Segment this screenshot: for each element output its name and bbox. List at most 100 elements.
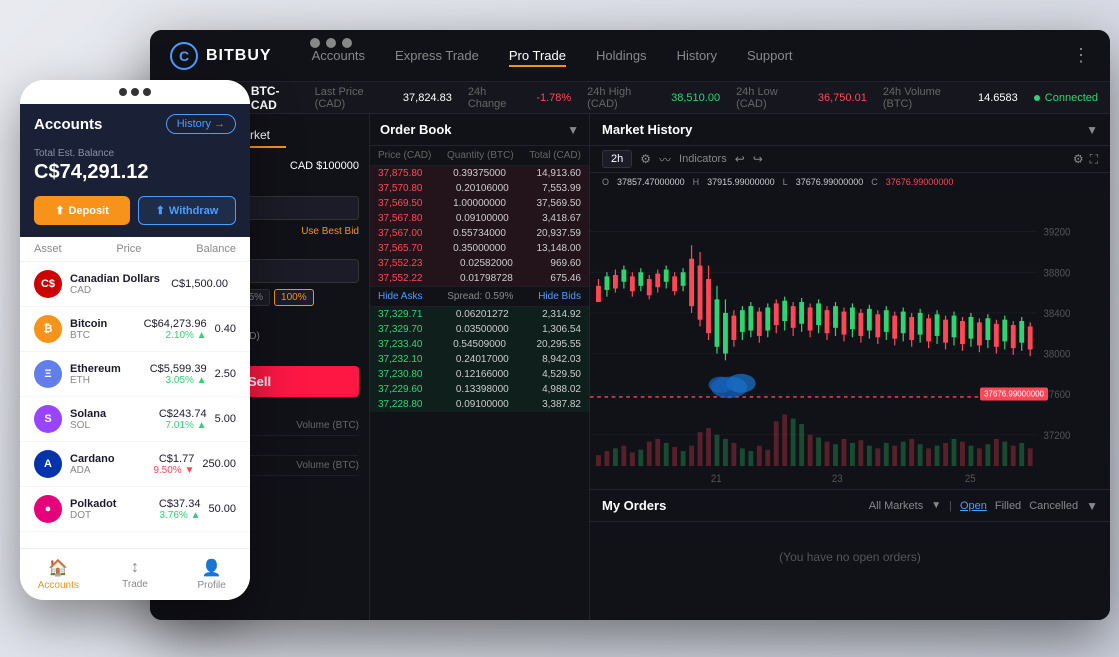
bid-price-3: 37,233.40: [378, 339, 423, 350]
ask-row-4: 37,567.80 0.09100000 3,418.67: [370, 211, 589, 226]
redo-icon[interactable]: ↪: [753, 152, 763, 166]
right-panel: Market History ▼ 2h ⚙ 〰 Indicators ↩ ↪ ⚙…: [590, 114, 1110, 620]
dot-price-col: C$37.34 3.76% ▲: [159, 498, 201, 521]
svg-text:23: 23: [832, 474, 843, 486]
chart-title: Market History: [602, 122, 692, 137]
status-dot-3: [143, 88, 151, 96]
main-content: Limit Market Purchase Limit ⓘ CAD $10000…: [150, 114, 1110, 620]
mobile-actions: ⬆ Deposit ⬆ Withdraw: [20, 196, 250, 237]
filter-cancelled[interactable]: Cancelled: [1029, 500, 1078, 512]
chart-type-icon[interactable]: 〰: [659, 151, 671, 168]
low-label: 24h Low (CAD): [736, 86, 802, 110]
indicators-label: Indicators: [679, 153, 727, 165]
eth-price-col: C$5,599.39 3.05% ▲: [150, 363, 207, 386]
chart-settings-icon[interactable]: ⚙: [640, 152, 651, 166]
eth-name: Ethereum: [70, 363, 142, 375]
bottom-nav-trade[interactable]: ↕ Trade: [97, 559, 174, 590]
high-label: 24h High (CAD): [587, 86, 655, 110]
col-qty: Quantity (BTC): [447, 150, 514, 161]
nav-support[interactable]: Support: [747, 44, 793, 67]
svg-text:39200: 39200: [1043, 227, 1070, 239]
all-markets-dropdown[interactable]: All Markets: [869, 500, 923, 512]
eth-asset-icon: Ξ: [34, 360, 62, 388]
my-orders-collapse-icon[interactable]: ▼: [1086, 499, 1098, 513]
svg-text:37200: 37200: [1043, 430, 1070, 442]
order-book-columns: Price (CAD) Quantity (BTC) Total (CAD): [370, 146, 589, 166]
filter-filled[interactable]: Filled: [995, 500, 1021, 512]
sol-asset-icon: S: [34, 405, 62, 433]
indicators-button[interactable]: Indicators: [679, 153, 727, 165]
cad-name: Canadian Dollars: [70, 273, 163, 285]
bid-qty-6: 0.13398000: [456, 384, 509, 395]
bid-total-4: 8,942.03: [542, 354, 581, 365]
chart-canvas: 39200 38800 38400 38000 37600 37200: [590, 191, 1110, 489]
bid-row-5: 37,230.80 0.12166000 4,529.50: [370, 367, 589, 382]
bid-price-7: 37,228.80: [378, 399, 423, 410]
dot-balance-col: 50.00: [208, 503, 236, 515]
bottom-nav-profile[interactable]: 👤 Profile: [173, 558, 250, 591]
chart-gear-icon[interactable]: ⚙: [1073, 152, 1084, 167]
filter-separator: |: [949, 500, 952, 512]
col-total: Total (CAD): [529, 150, 581, 161]
undo-icon[interactable]: ↩: [735, 152, 745, 166]
ask-row-3: 37,569.50 1.00000000 37,569.50: [370, 196, 589, 211]
bid-total-5: 4,529.50: [542, 369, 581, 380]
nav-bar: C BITBUY Accounts Express Trade Pro Trad…: [150, 30, 1110, 82]
mobile-withdraw-button[interactable]: ⬆ Withdraw: [138, 196, 236, 225]
nav-express-trade[interactable]: Express Trade: [395, 44, 479, 67]
mobile-balance-section: Total Est. Balance C$74,291.12: [20, 144, 250, 196]
ohlc-high-label: H: [693, 177, 700, 187]
chart-collapse-icon[interactable]: ▼: [1086, 123, 1098, 137]
volume-label: 24h Volume (BTC): [883, 86, 962, 110]
ask-row-1: 37,875.80 0.39375000 14,913.60: [370, 166, 589, 181]
timeframe-2h-button[interactable]: 2h: [602, 150, 632, 168]
ask-qty-2: 0.20106000: [456, 183, 509, 194]
ohlc-high-value: 37915.99000000: [707, 177, 775, 187]
last-price-label: Last Price (CAD): [315, 86, 387, 110]
svg-text:25: 25: [965, 474, 976, 486]
ask-qty-8: 0.01798728: [460, 273, 513, 284]
sol-info: Solana SOL: [70, 408, 151, 431]
markets-dropdown-arrow[interactable]: ▼: [931, 500, 941, 511]
dot-price: C$37.34: [159, 498, 201, 510]
ticker-pair: BTC-CAD: [251, 84, 299, 112]
mobile-history-button[interactable]: History →: [166, 114, 236, 134]
order-book-collapse-icon[interactable]: ▼: [567, 123, 579, 137]
chart-fullscreen-icon[interactable]: ⛶: [1090, 152, 1098, 167]
spread-value: Spread: 0.59%: [422, 291, 538, 302]
ask-qty-4: 0.09100000: [456, 213, 509, 224]
ada-balance-col: 250.00: [202, 458, 236, 470]
low-value: 36,750.01: [818, 92, 867, 104]
hide-asks-button[interactable]: Hide Asks: [378, 291, 422, 302]
pct-100-button[interactable]: 100%: [274, 289, 314, 306]
eth-info: Ethereum ETH: [70, 363, 142, 386]
order-book-title: Order Book: [380, 122, 452, 137]
svg-text:21: 21: [711, 474, 722, 486]
col-price: Price (CAD): [378, 150, 431, 161]
empty-orders-message: (You have no open orders): [590, 522, 1110, 592]
nav-holdings[interactable]: Holdings: [596, 44, 647, 67]
mobile-deposit-button[interactable]: ⬆ Deposit: [34, 196, 130, 225]
ask-qty-5: 0.55734000: [453, 228, 506, 239]
nav-history[interactable]: History: [677, 44, 717, 67]
mobile-header: Accounts History →: [20, 104, 250, 144]
nav-pro-trade[interactable]: Pro Trade: [509, 44, 566, 67]
profile-nav-icon: 👤: [202, 558, 222, 578]
bid-price-4: 37,232.10: [378, 354, 423, 365]
bid-row-2: 37,329.70 0.03500000 1,306.54: [370, 322, 589, 337]
bid-total-3: 20,295.55: [537, 339, 582, 350]
logo-icon: C: [170, 42, 198, 70]
bottom-nav-accounts[interactable]: 🏠 Accounts: [20, 558, 97, 591]
filter-open[interactable]: Open: [960, 500, 987, 512]
more-menu-icon[interactable]: ⋮: [1072, 45, 1090, 66]
bid-total-2: 1,306.54: [542, 324, 581, 335]
order-book-panel: Order Book ▼ Price (CAD) Quantity (BTC) …: [370, 114, 590, 620]
mobile-status-bar: [20, 80, 250, 104]
trade-nav-icon: ↕: [131, 559, 139, 577]
candlestick-chart: 39200 38800 38400 38000 37600 37200: [590, 191, 1110, 489]
ask-row-2: 37,570.80 0.20106000 7,553.99: [370, 181, 589, 196]
btc-asset-icon: ₿: [34, 315, 62, 343]
balance-amount: C$74,291.12: [34, 161, 236, 184]
hide-bids-button[interactable]: Hide Bids: [538, 291, 581, 302]
ohlc-low-value: 37676.99000000: [796, 177, 864, 187]
